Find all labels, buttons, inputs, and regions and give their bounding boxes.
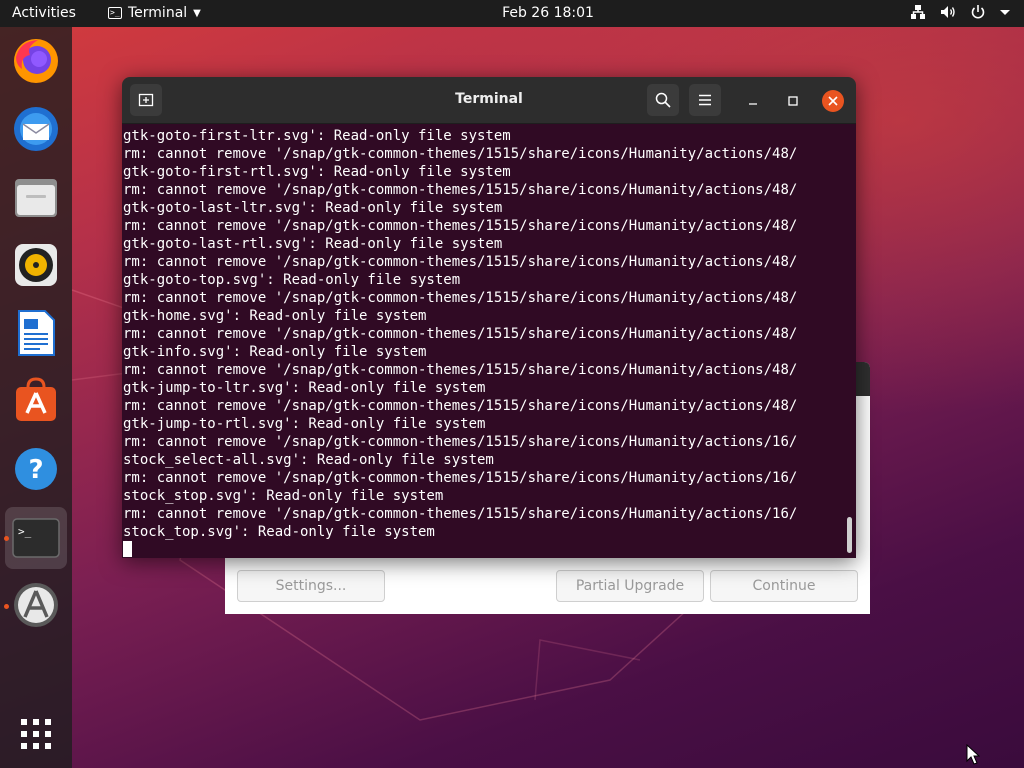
close-icon [828, 96, 838, 106]
terminal-line: gtk-jump-to-rtl.svg': Read-only file sys… [123, 416, 486, 432]
mouse-pointer-icon [966, 744, 980, 765]
dock-item-rhythmbox[interactable] [10, 239, 62, 291]
minimize-button[interactable] [742, 90, 764, 112]
dock-item-terminal[interactable]: >_ [5, 507, 67, 569]
terminal-line: rm: cannot remove '/snap/gtk-common-them… [123, 506, 798, 522]
terminal-line: gtk-goto-first-ltr.svg': Read-only file … [123, 128, 511, 144]
chevron-down-icon [1000, 10, 1010, 15]
terminal-text: gtk-goto-first-ltr.svg': Read-only file … [123, 127, 797, 558]
scrollbar[interactable] [847, 517, 852, 553]
partial-upgrade-button[interactable]: Partial Upgrade [556, 570, 704, 602]
running-indicator [4, 536, 9, 541]
thunderbird-icon [14, 107, 58, 151]
terminal-icon: >_ [12, 518, 60, 558]
terminal-line: rm: cannot remove '/snap/gtk-common-them… [123, 470, 798, 486]
files-icon [15, 179, 57, 217]
dock-item-firefox[interactable] [10, 35, 62, 87]
running-indicator [4, 604, 9, 609]
terminal-line: rm: cannot remove '/snap/gtk-common-them… [123, 326, 798, 342]
terminal-line: gtk-jump-to-ltr.svg': Read-only file sys… [123, 380, 486, 396]
terminal-line: rm: cannot remove '/snap/gtk-common-them… [123, 146, 798, 162]
menu-button[interactable] [689, 84, 721, 116]
close-button[interactable] [822, 90, 844, 112]
svg-text:>_: >_ [18, 525, 32, 538]
hamburger-menu-icon [699, 94, 711, 106]
terminal-line: gtk-goto-first-rtl.svg': Read-only file … [123, 164, 511, 180]
software-icon [16, 377, 56, 421]
continue-button[interactable]: Continue [710, 570, 858, 602]
terminal-titlebar[interactable]: Terminal [122, 77, 856, 124]
dock-item-thunderbird[interactable] [10, 103, 62, 155]
settings-button[interactable]: Settings... [237, 570, 385, 602]
power-icon [971, 5, 985, 19]
firefox-icon [14, 39, 58, 83]
terminal-line: rm: cannot remove '/snap/gtk-common-them… [123, 218, 798, 234]
terminal-window: Terminal gtk-goto-first-ltr.svg': Read-o… [122, 77, 856, 558]
terminal-line: rm: cannot remove '/snap/gtk-common-them… [123, 182, 798, 198]
terminal-line: stock_select-all.svg': Read-only file sy… [123, 452, 494, 468]
search-icon [655, 92, 671, 108]
help-icon: ? [15, 448, 57, 490]
maximize-icon [788, 96, 798, 106]
dock-item-files[interactable] [10, 171, 62, 223]
search-button[interactable] [647, 84, 679, 116]
terminal-line: gtk-goto-last-ltr.svg': Read-only file s… [123, 200, 503, 216]
clock[interactable]: Feb 26 18:01 [0, 5, 1024, 21]
text-cursor [123, 541, 132, 557]
maximize-button[interactable] [782, 90, 804, 112]
dock: ? >_ [0, 27, 72, 768]
svg-text:?: ? [28, 455, 43, 485]
rhythmbox-icon [15, 244, 57, 286]
writer-icon [18, 310, 55, 356]
terminal-line: gtk-goto-last-rtl.svg': Read-only file s… [123, 236, 503, 252]
terminal-line: gtk-info.svg': Read-only file system [123, 344, 427, 360]
terminal-line: rm: cannot remove '/snap/gtk-common-them… [123, 290, 798, 306]
volume-icon [941, 6, 955, 18]
dock-item-writer[interactable] [10, 307, 62, 359]
minimize-icon [749, 103, 757, 105]
show-applications-button[interactable] [10, 708, 62, 760]
network-icon [911, 5, 925, 19]
dock-item-help[interactable]: ? [10, 443, 62, 495]
updater-icon [14, 583, 58, 627]
terminal-output[interactable]: gtk-goto-first-ltr.svg': Read-only file … [122, 124, 856, 558]
terminal-line: gtk-goto-top.svg': Read-only file system [123, 272, 461, 288]
top-bar: Activities >_ Terminal ▼ Feb 26 18:01 [0, 0, 1024, 27]
dock-item-ubuntu-software[interactable] [10, 375, 62, 427]
terminal-line: rm: cannot remove '/snap/gtk-common-them… [123, 254, 798, 270]
terminal-line: rm: cannot remove '/snap/gtk-common-them… [123, 434, 798, 450]
grid-icon [21, 719, 51, 749]
dock-item-software-updater[interactable] [10, 579, 62, 631]
terminal-line: gtk-home.svg': Read-only file system [123, 308, 427, 324]
terminal-line: rm: cannot remove '/snap/gtk-common-them… [123, 398, 798, 414]
terminal-line: stock_top.svg': Read-only file system [123, 524, 435, 540]
terminal-line: stock_stop.svg': Read-only file system [123, 488, 444, 504]
terminal-line: rm: cannot remove '/snap/gtk-common-them… [123, 362, 798, 378]
system-menu[interactable] [910, 4, 1010, 20]
prompt-line [123, 541, 797, 558]
